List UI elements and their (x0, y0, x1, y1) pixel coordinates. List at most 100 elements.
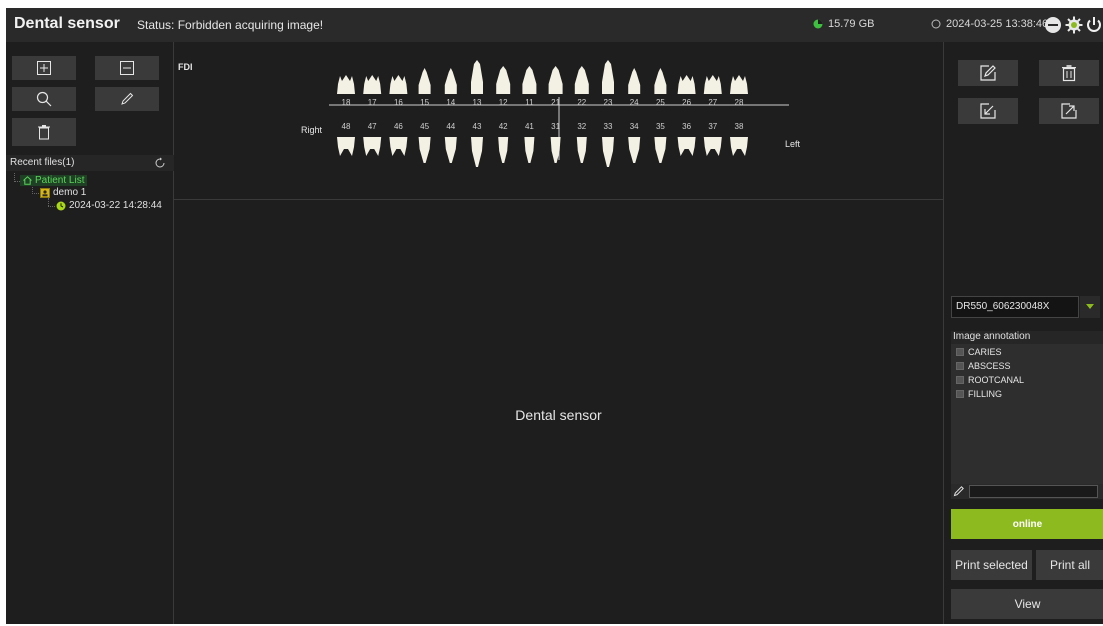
checkbox[interactable] (956, 348, 964, 356)
print-selected-button[interactable]: Print selected (951, 550, 1032, 580)
minimize-button[interactable] (1042, 14, 1064, 36)
power-icon (1087, 17, 1101, 32)
search-icon (36, 91, 52, 107)
tooth-28[interactable] (730, 75, 748, 94)
tooth-48[interactable] (337, 137, 355, 156)
tooth-32[interactable] (576, 137, 587, 163)
tooth-number-48: 48 (342, 122, 351, 131)
tooth-36[interactable] (677, 137, 696, 156)
tooth-number-43: 43 (473, 122, 482, 131)
tooth-11[interactable] (522, 66, 537, 94)
add-icon (37, 61, 51, 75)
tooth-23[interactable] (602, 60, 614, 94)
power-button[interactable] (1083, 14, 1103, 36)
view-button[interactable]: View (951, 589, 1103, 619)
tree-item-patient[interactable]: demo 1 (40, 187, 86, 198)
tooth-35[interactable] (654, 137, 667, 163)
pencil-icon[interactable] (953, 485, 965, 497)
disk-icon (813, 19, 823, 29)
annotation-label: CARIES (968, 347, 1002, 357)
tooth-number-25: 25 (656, 98, 665, 107)
refresh-button[interactable] (154, 156, 166, 174)
tooth-44[interactable] (444, 137, 457, 163)
tooth-14[interactable] (444, 68, 457, 94)
tooth-17[interactable] (363, 75, 382, 94)
tooth-18[interactable] (337, 75, 355, 94)
remove-patient-button[interactable] (95, 56, 159, 80)
export-image-button[interactable] (1039, 98, 1099, 124)
chevron-down-icon (1086, 304, 1094, 309)
tooth-22[interactable] (574, 66, 589, 94)
tooth-number-23: 23 (604, 98, 613, 107)
edit-note-button[interactable] (958, 60, 1018, 86)
export-icon (1061, 103, 1077, 119)
device-dropdown-button[interactable] (1080, 296, 1100, 318)
trash-icon (38, 125, 50, 140)
tooth-45[interactable] (418, 137, 431, 163)
tooth-number-47: 47 (368, 122, 377, 131)
tooth-46[interactable] (389, 137, 408, 156)
delete-patient-button[interactable] (12, 118, 76, 146)
tree-item-patient-list[interactable]: Patient List (20, 175, 88, 186)
checkbox[interactable] (956, 376, 964, 384)
annotation-header: Image annotation (951, 331, 1103, 344)
annotation-filling[interactable]: FILLING (956, 389, 1002, 399)
tooth-number-12: 12 (499, 98, 508, 107)
tooth-13[interactable] (471, 60, 483, 94)
lower-teeth-row: 48 47 46 45 44 43 42 41 31 32 33 34 35 36 37 38 (337, 122, 748, 167)
print-all-button[interactable]: Print all (1036, 550, 1103, 580)
device-select[interactable]: DR550_606230048X (951, 296, 1079, 318)
tooth-34[interactable] (628, 137, 641, 163)
tooth-number-24: 24 (630, 98, 639, 107)
import-image-button[interactable] (958, 98, 1018, 124)
refresh-icon (155, 157, 165, 168)
pencil-icon (121, 92, 134, 105)
annotation-input[interactable] (969, 485, 1098, 498)
note-edit-icon (980, 65, 996, 81)
tooth-47[interactable] (363, 137, 382, 156)
checkbox[interactable] (956, 390, 964, 398)
app-title: Dental sensor (14, 15, 120, 32)
tooth-26[interactable] (677, 75, 696, 94)
tooth-33[interactable] (602, 137, 614, 167)
clock-icon (931, 19, 941, 29)
tooth-number-35: 35 (656, 122, 665, 131)
tooth-25[interactable] (654, 68, 667, 94)
tooth-43[interactable] (471, 137, 483, 167)
delete-image-button[interactable] (1039, 60, 1099, 86)
tree-connector (48, 198, 49, 206)
edit-patient-button[interactable] (95, 87, 159, 111)
annotation-abscess[interactable]: ABSCESS (956, 361, 1011, 371)
tooth-38[interactable] (730, 137, 748, 156)
tooth-number-28: 28 (735, 98, 744, 107)
image-canvas[interactable]: Dental sensor (174, 201, 943, 624)
tooth-27[interactable] (703, 75, 722, 94)
tooth-16[interactable] (389, 75, 408, 94)
patient-card-icon (40, 187, 50, 198)
recent-files-label: Recent files(1) (10, 157, 75, 168)
settings-button[interactable] (1063, 14, 1085, 36)
annotation-caries[interactable]: CARIES (956, 347, 1002, 357)
tooth-number-22: 22 (577, 98, 586, 107)
checkbox[interactable] (956, 362, 964, 370)
add-patient-button[interactable] (12, 56, 76, 80)
tooth-42[interactable] (498, 137, 509, 163)
annotation-rootcanal[interactable]: ROOTCANAL (956, 375, 1024, 385)
tooth-number-38: 38 (735, 122, 744, 131)
recent-files-header: Recent files(1) (6, 155, 174, 171)
tooth-number-41: 41 (525, 122, 534, 131)
tooth-37[interactable] (703, 137, 722, 156)
tooth-15[interactable] (418, 68, 431, 94)
tree-item-exam[interactable]: 2024-03-22 14:28:44 (56, 200, 162, 211)
tooth-21[interactable] (548, 66, 563, 94)
canvas-placeholder-text: Dental sensor (515, 407, 602, 423)
import-icon (980, 103, 996, 119)
tooth-24[interactable] (628, 68, 641, 94)
search-button[interactable] (12, 87, 76, 111)
tooth-41[interactable] (524, 137, 535, 163)
tooth-12[interactable] (496, 66, 511, 94)
online-button[interactable]: online (951, 509, 1103, 539)
tooth-number-14: 14 (446, 98, 455, 107)
annotation-list: CARIES ABSCESS ROOTCANAL FILLING (951, 344, 1103, 484)
tree-item-label: Patient List (35, 175, 85, 186)
